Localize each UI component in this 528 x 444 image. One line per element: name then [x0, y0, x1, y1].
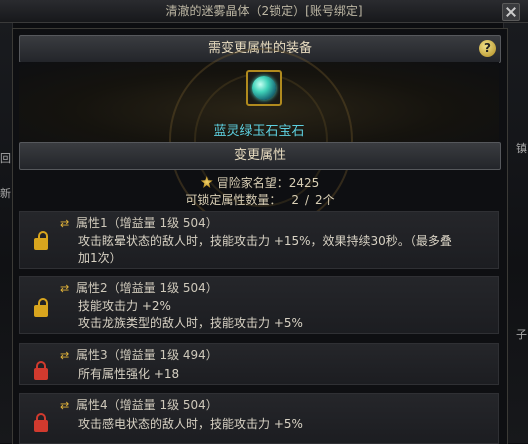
- attribute-effect-line: 攻击龙族类型的敌人时，技能攻击力 +5%: [78, 316, 303, 330]
- lockable-max: 2个: [315, 193, 335, 207]
- attribute-title: ⇄ 属性1（增益量 1级 504）: [60, 216, 218, 230]
- attribute-effect-line: 攻击感电状态的敌人时，技能攻击力 +5%: [78, 417, 303, 431]
- help-button[interactable]: ?: [479, 40, 496, 57]
- fame-value: 2425: [288, 176, 320, 190]
- fame-medal-icon: [200, 176, 213, 188]
- attribute-title: ⇄ 属性2（增益量 1级 504）: [60, 281, 218, 295]
- attribute-change-panel: 需变更属性的装备 ? 蓝灵绿玉石宝石 变更属性 冒险家名望：2425 可锁定属性…: [12, 28, 508, 444]
- attribute-effect-line: 技能攻击力 +2%: [78, 299, 171, 313]
- background-char: 新: [0, 187, 11, 200]
- background-char: 子: [516, 328, 527, 341]
- background-char: 镇: [516, 142, 527, 155]
- shuffle-icon: ⇄: [60, 349, 70, 362]
- lockable-label: 可锁定属性数量：: [185, 193, 282, 207]
- lock-open-icon[interactable]: [34, 413, 48, 432]
- attribute-effect-line: 所有属性强化 +18: [78, 367, 180, 381]
- attribute-row-3[interactable]: ⇄ 属性3（增益量 1级 494） 所有属性强化 +18: [19, 343, 499, 385]
- attribute-title: ⇄ 属性3（增益量 1级 494）: [60, 348, 218, 362]
- attribute-effect-line: 加1次）: [78, 251, 122, 265]
- lock-closed-icon[interactable]: [34, 231, 48, 250]
- window-title: 清澈的迷雾晶体（2锁定）[账号绑定]: [165, 4, 363, 18]
- shuffle-icon: ⇄: [60, 399, 70, 412]
- equipment-slot[interactable]: [246, 70, 282, 106]
- fame-row: 冒险家名望：2425: [13, 174, 507, 191]
- attribute-row-4[interactable]: ⇄ 属性4（增益量 1级 504） 攻击感电状态的敌人时，技能攻击力 +5%: [19, 393, 499, 444]
- attribute-row-1[interactable]: ⇄ 属性1（增益量 1级 504） 攻击眩晕状态的敌人时，技能攻击力 +15%，效…: [19, 211, 499, 269]
- shuffle-icon: ⇄: [60, 217, 70, 230]
- lock-closed-icon[interactable]: [34, 298, 48, 317]
- gem-icon: [252, 76, 276, 100]
- attribute-effect-line: 攻击眩晕状态的敌人时，技能攻击力 +15%，效果持续30秒。（最多叠: [78, 234, 452, 248]
- change-section-title: 变更属性: [233, 148, 286, 163]
- window-titlebar[interactable]: 清澈的迷雾晶体（2锁定）[账号绑定]: [0, 0, 528, 23]
- item-name: 蓝灵绿玉石宝石: [213, 124, 305, 139]
- fame-label: 冒险家名望：: [216, 176, 289, 190]
- background-char: 回: [0, 152, 11, 165]
- attribute-row-2[interactable]: ⇄ 属性2（增益量 1级 504） 技能攻击力 +2% 攻击龙族类型的敌人时，技能…: [19, 276, 499, 334]
- change-section-header: 变更属性: [19, 142, 501, 170]
- lockable-separator: /: [304, 193, 310, 207]
- lockable-current: 2: [291, 193, 299, 207]
- shuffle-icon: ⇄: [60, 282, 70, 295]
- lockable-count-row: 可锁定属性数量： 2 / 2个: [13, 191, 507, 208]
- close-button[interactable]: [502, 3, 520, 21]
- lock-open-icon[interactable]: [34, 361, 48, 380]
- attribute-title: ⇄ 属性4（增益量 1级 504）: [60, 398, 218, 412]
